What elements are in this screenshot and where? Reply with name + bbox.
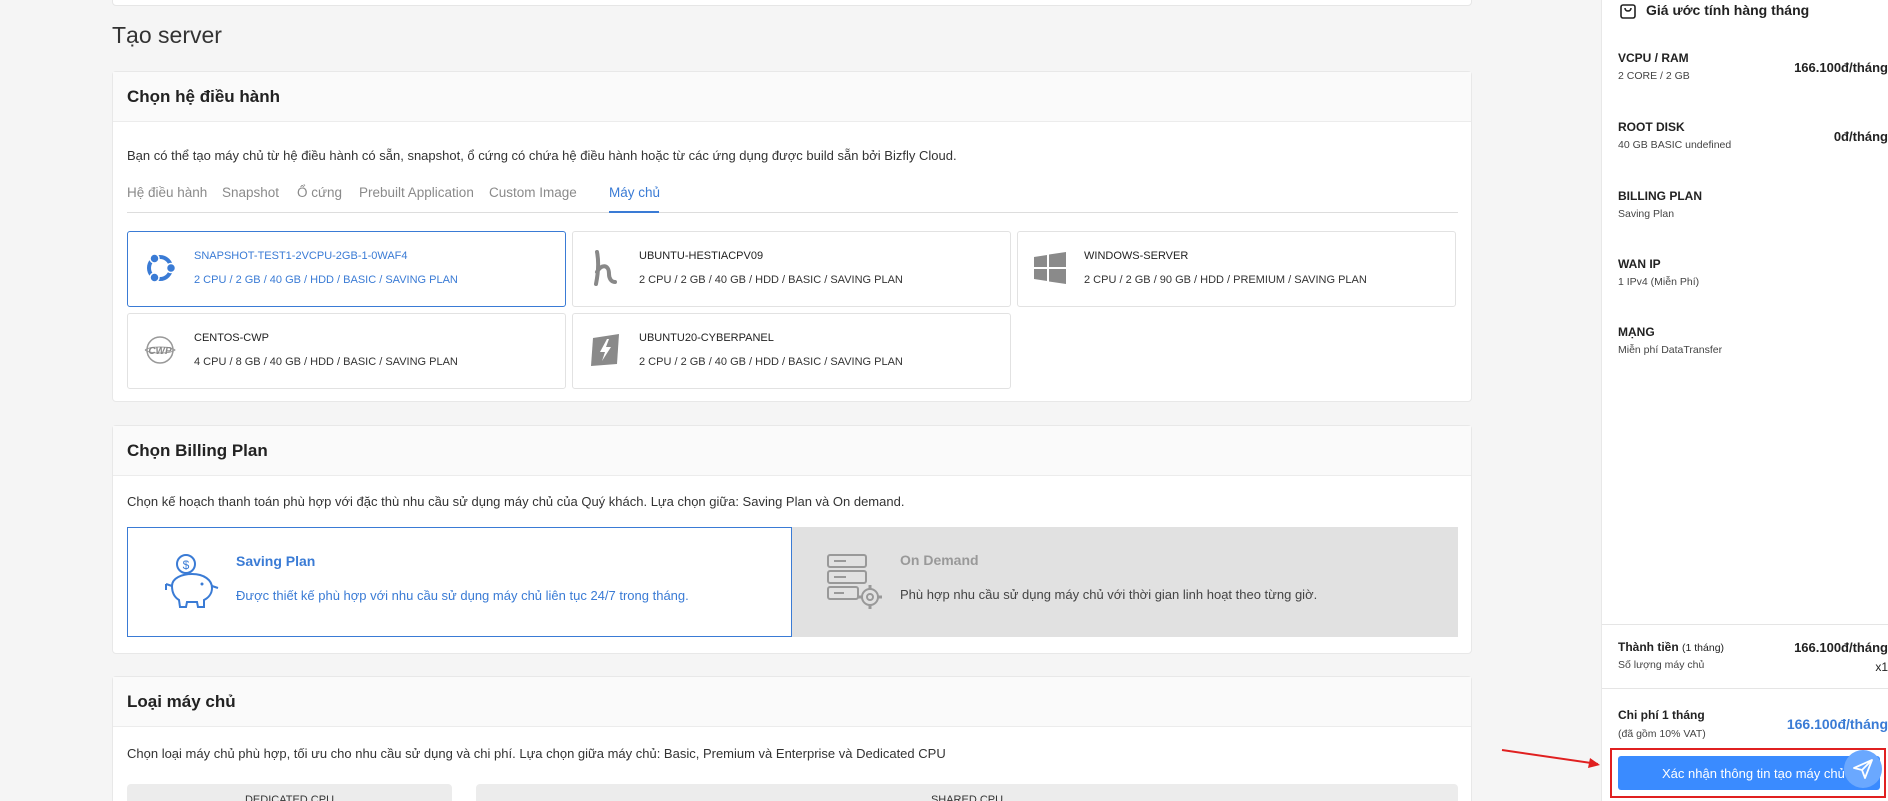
server-spec: 2 CPU / 2 GB / 40 GB / HDD / BASIC / SAV… [194,274,458,286]
summary-title: Giá ước tính hàng tháng [1646,2,1810,18]
cost-price: 0đ/tháng [1833,129,1888,144]
os-card-heading: Chọn hệ điều hành [113,72,1471,122]
tab-he-dieu-hanh[interactable]: Hệ điều hành [127,185,207,200]
hestia-icon [594,250,617,286]
server-name: UBUNTU20-CYBERPANEL [639,332,774,344]
server-tile-snapshot-test1[interactable]: SNAPSHOT-TEST1-2VCPU-2GB-1-0WAF4 2 CPU /… [127,231,566,307]
annotation-arrow [1501,749,1600,768]
server-type-card: Loại máy chủ Chọn loại máy chủ phù hợp, … [112,676,1472,801]
plan-option-on-demand[interactable]: On Demand Phù hợp nhu cầu sử dụng máy ch… [792,527,1458,637]
cost-item-root-disk: ROOT DISK 40 GB BASIC undefined 0đ/tháng [1618,120,1888,151]
subtotal-price: 166.100đ/tháng [1794,640,1888,655]
cwp-icon: CWP [144,336,176,364]
quantity-value: x1 [1875,660,1888,674]
server-tile-windows-server[interactable]: WINDOWS-SERVER 2 CPU / 2 GB / 90 GB / HD… [1017,231,1456,307]
server-spec: 2 CPU / 2 GB / 40 GB / HDD / BASIC / SAV… [639,274,903,286]
cost-label: WAN IP [1618,257,1661,271]
tab-prebuilt-application[interactable]: Prebuilt Application [359,185,474,200]
windows-icon [1034,252,1066,284]
server-spec: 2 CPU / 2 GB / 40 GB / HDD / BASIC / SAV… [639,356,903,368]
cost-sub: 1 IPv4 (Miễn Phí) [1618,276,1700,288]
piggy-bank-icon: $ [165,554,219,608]
confirm-highlight-box: Xác nhận thông tin tạo máy chủ [1610,748,1886,798]
subtotal-label-note: (1 tháng) [1682,642,1725,654]
total-row: Chi phí 1 tháng (đã gồm 10% VAT) 166.100… [1618,708,1888,740]
svg-text:CWP: CWP [148,346,172,357]
divider [1602,624,1888,625]
previous-card-edge [112,0,1472,6]
send-icon[interactable] [1844,750,1882,788]
tab-custom-image[interactable]: Custom Image [489,185,577,200]
cost-label: BILLING PLAN [1618,189,1702,203]
cost-summary-panel: Giá ước tính hàng tháng VCPU / RAM 2 COR… [1601,0,1888,801]
os-card-description: Bạn có thể tạo máy chủ từ hệ điều hành c… [127,148,957,163]
billing-card-description: Chọn kế hoạch thanh toán phù hợp với đặc… [127,494,905,509]
server-tile-ubuntu-hestiacpv09[interactable]: UBUNTU-HESTIACPV09 2 CPU / 2 GB / 40 GB … [572,231,1011,307]
quantity-label: Số lượng máy chủ [1618,659,1705,671]
cost-label: MẠNG [1618,325,1655,339]
svg-text:$: $ [183,558,190,572]
os-selection-card: Chọn hệ điều hành Bạn có thể tạo máy chủ… [112,71,1472,402]
billing-card-heading: Chọn Billing Plan [113,426,1471,476]
paper-plane-icon [1853,759,1873,779]
plan-title: Saving Plan [236,553,316,569]
cost-price: 166.100đ/tháng [1794,60,1888,75]
server-name: CENTOS-CWP [194,332,269,344]
active-tab-underline [609,211,659,213]
cost-item-wan-ip: WAN IP 1 IPv4 (Miễn Phí) [1618,257,1888,288]
os-source-tabs: Hệ điều hành Snapshot Ổ cứng Prebuilt Ap… [127,185,1458,213]
main-content: Tạo server Chọn hệ điều hành Bạn có thể … [112,0,1472,801]
divider [1602,688,1888,689]
cyberpanel-icon [591,334,619,366]
cost-item-vcpu-ram: VCPU / RAM 2 CORE / 2 GB 166.100đ/tháng [1618,51,1888,82]
tab-dedicated-cpu[interactable]: DEDICATED CPU [127,784,452,801]
ubuntu-icon [147,253,177,283]
type-card-description: Chọn loại máy chủ phù hợp, tối ưu cho nh… [127,746,946,761]
summary-header: Giá ước tính hàng tháng [1618,0,1809,20]
type-card-heading: Loại máy chủ [113,677,1471,727]
plan-title: On Demand [900,552,979,568]
server-spec: 2 CPU / 2 GB / 90 GB / HDD / PREMIUM / S… [1084,274,1367,286]
server-tile-centos-cwp[interactable]: CWP CENTOS-CWP 4 CPU / 8 GB / 40 GB / HD… [127,313,566,389]
shopping-bag-icon [1620,4,1636,19]
server-tile-ubuntu20-cyberpanel[interactable]: UBUNTU20-CYBERPANEL 2 CPU / 2 GB / 40 GB… [572,313,1011,389]
tab-snapshot[interactable]: Snapshot [222,185,279,200]
server-spec: 4 CPU / 8 GB / 40 GB / HDD / BASIC / SAV… [194,356,458,368]
server-gear-icon [827,554,882,609]
server-name: UBUNTU-HESTIACPV09 [639,250,764,262]
server-name: WINDOWS-SERVER [1084,250,1189,262]
total-price: 166.100đ/tháng [1786,716,1888,732]
cost-item-network: MẠNG Miễn phí DataTransfer [1618,325,1888,356]
tab-o-cung[interactable]: Ổ cứng [297,185,342,200]
subtotal-row: Thành tiền (1 tháng) Số lượng máy chủ 16… [1618,640,1888,674]
page-title: Tạo server [112,22,222,48]
subtotal-label-text: Thành tiền [1618,640,1679,654]
cost-sub: Saving Plan [1618,208,1675,220]
plan-description: Được thiết kế phù hợp với nhu cầu sử dụn… [236,588,689,603]
tab-may-chu[interactable]: Máy chủ [609,185,660,200]
cost-item-billing-plan: BILLING PLAN Saving Plan [1618,189,1888,220]
confirm-create-server-button[interactable]: Xác nhận thông tin tạo máy chủ [1618,756,1880,790]
tab-shared-cpu[interactable]: SHARED CPU [476,784,1458,801]
server-name: SNAPSHOT-TEST1-2VCPU-2GB-1-0WAF4 [194,250,408,262]
billing-plan-card: Chọn Billing Plan Chọn kế hoạch thanh to… [112,425,1472,654]
plan-option-saving[interactable]: $ Saving Plan Được thiết kế phù hợp với … [127,527,792,637]
plan-description: Phù hợp nhu cầu sử dụng máy chủ với thời… [900,587,1318,602]
cost-sub: Miễn phí DataTransfer [1618,344,1723,356]
